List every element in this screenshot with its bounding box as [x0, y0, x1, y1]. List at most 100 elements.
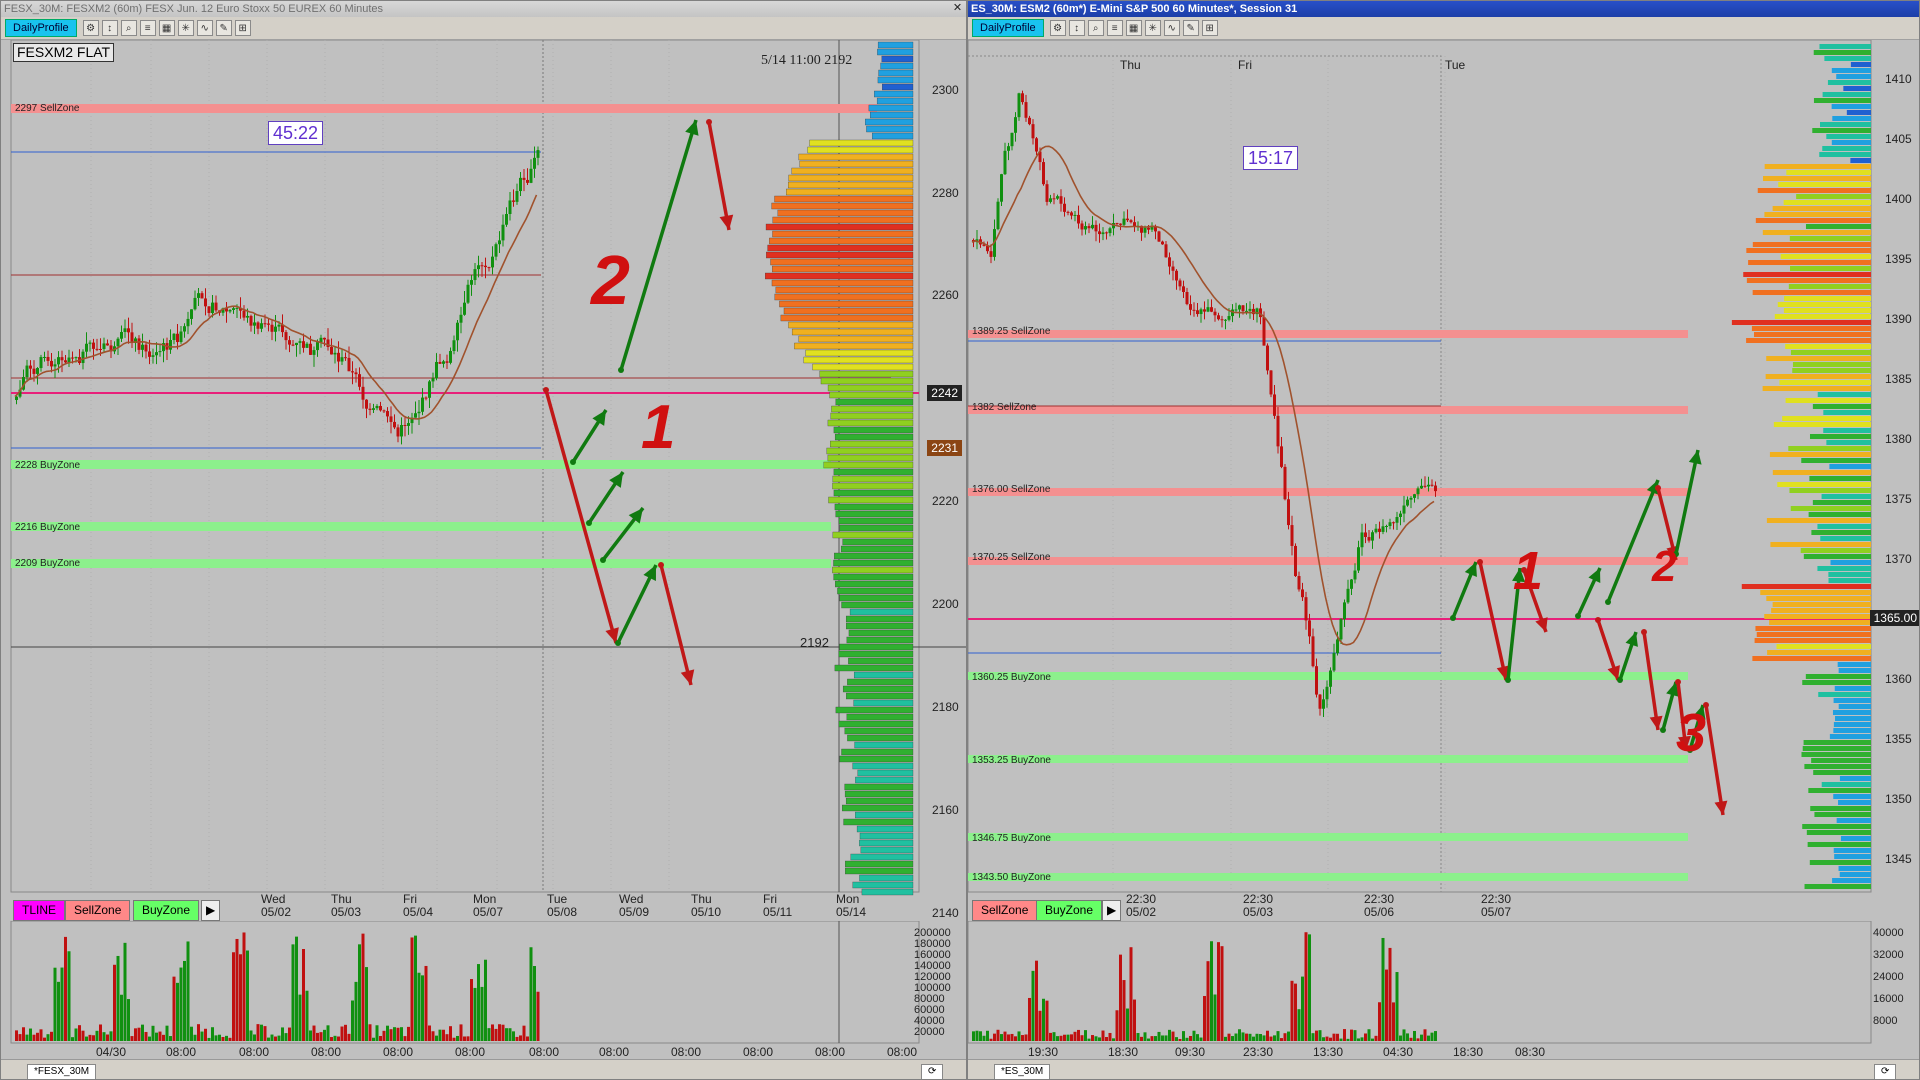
right-profile-bar	[1811, 758, 1871, 763]
right-chart-icon[interactable]: ▦	[1125, 20, 1142, 36]
left-volume-bar	[158, 1031, 162, 1041]
right-title-bar[interactable]: ES_30M: ESM2 (60m*) E-Mini S&P 500 60 Mi…	[968, 1, 1919, 17]
left-status-bar: *FESX_30M ⟳	[1, 1059, 966, 1079]
left-symbol-label: FESXM2 FLAT	[13, 43, 115, 62]
right-play-icon[interactable]: ▶	[1102, 900, 1122, 921]
left-line-chart-icon[interactable]: ∿	[196, 20, 213, 36]
right-draw-icon[interactable]: ✎	[1182, 20, 1199, 36]
left-profile-bar	[845, 860, 914, 868]
right-profile-bar	[1766, 356, 1871, 361]
right-list-icon[interactable]: ≡	[1106, 20, 1123, 36]
right-zone-label-1343[interactable]: 1343.50 BuyZone	[972, 872, 1051, 883]
right-profile-bar	[1827, 80, 1871, 85]
right-volume-bar	[1080, 1035, 1084, 1041]
right-zone-label-1376[interactable]: 1376.00 SellZone	[972, 484, 1050, 495]
left-volume-bar	[424, 965, 428, 1041]
left-volume-bar	[316, 1032, 319, 1041]
left-profile-bar	[823, 461, 914, 469]
left-chart-icon[interactable]: ▦	[158, 20, 175, 36]
right-zone-label-1360[interactable]: 1360.25 BuyZone	[972, 672, 1051, 683]
left-title-bar[interactable]: FESX_30M: FESXM2 (60m) FESX Jun. 12 Euro…	[1, 1, 966, 17]
right-candle	[1423, 485, 1427, 487]
right-zone-label-1389[interactable]: 1389.25 SellZone	[972, 326, 1050, 337]
left-volume-bar	[179, 967, 183, 1041]
left-cursor-icon[interactable]: ↕	[101, 20, 118, 36]
right-candle	[1346, 588, 1350, 603]
right-candle	[1392, 522, 1395, 524]
left-calc-icon[interactable]: ⊞	[234, 20, 251, 36]
left-tline-button[interactable]: TLINE	[13, 900, 66, 921]
right-profile-bar	[1846, 110, 1871, 115]
right-candle	[1434, 485, 1437, 492]
left-price-chart[interactable]: FESXM2 FLAT 45:22 5/14 11:00 2192 2192 2…	[1, 40, 966, 921]
left-profile-bar	[833, 468, 914, 476]
right-buyzone-button[interactable]: BuyZone	[1036, 900, 1103, 921]
right-volume-bar	[1343, 1029, 1346, 1041]
right-volume-tick-4: 8000	[1873, 1015, 1898, 1027]
right-refresh-icon[interactable]: ⟳	[1874, 1064, 1897, 1079]
left-volume-bar	[508, 1028, 512, 1041]
right-profile-bar	[1809, 434, 1871, 439]
right-candle	[1343, 602, 1346, 620]
right-profile-bar	[1770, 542, 1871, 547]
left-refresh-icon[interactable]: ⟳	[921, 1064, 944, 1079]
left-time-label-9: 08:00	[743, 1045, 774, 1059]
left-volume-chart[interactable]: 200000 180000 160000 140000 120000 100000 8000…	[1, 921, 966, 1061]
left-profile-bar	[860, 846, 914, 854]
left-zone-label-2209[interactable]: 2209 BuyZone	[15, 558, 80, 569]
right-zoom-icon[interactable]: ⌕	[1087, 20, 1104, 36]
left-zone-label-2216[interactable]: 2216 BuyZone	[15, 522, 80, 533]
right-volume-bar	[1101, 1030, 1105, 1041]
left-close-icon[interactable]: ✕	[951, 2, 964, 15]
left-list-icon[interactable]: ≡	[139, 20, 156, 36]
right-volume-bar	[1000, 1034, 1003, 1041]
left-settings-icon[interactable]: ⚙	[82, 20, 99, 36]
left-volume-bar	[400, 1027, 403, 1041]
left-buyzone-button[interactable]: BuyZone	[133, 900, 200, 921]
right-sellzone-button[interactable]: SellZone	[972, 900, 1038, 921]
left-daily-profile-button[interactable]: DailyProfile	[5, 19, 77, 37]
left-profile-bar	[833, 573, 914, 581]
right-volume-bar	[1178, 1038, 1182, 1041]
left-volume-bar	[53, 967, 57, 1041]
left-zoom-icon[interactable]: ⌕	[120, 20, 137, 36]
right-zone-label-1353[interactable]: 1353.25 BuyZone	[972, 755, 1051, 766]
right-daily-profile-button[interactable]: DailyProfile	[972, 19, 1044, 37]
right-settings-icon[interactable]: ⚙	[1049, 20, 1066, 36]
left-volume-bar	[123, 942, 127, 1041]
right-alert-icon[interactable]: ✳	[1144, 20, 1161, 36]
left-play-icon[interactable]: ▶	[201, 900, 221, 921]
left-draw-icon[interactable]: ✎	[215, 20, 232, 36]
left-volume-bar	[85, 1036, 88, 1041]
right-zone-label-1382[interactable]: 1382 SellZone	[972, 402, 1037, 413]
left-volume-bar	[197, 1024, 200, 1041]
right-line-chart-icon[interactable]: ∿	[1163, 20, 1180, 36]
left-candle	[487, 267, 491, 269]
left-chart-tab[interactable]: *FESX_30M	[27, 1064, 97, 1079]
right-candle	[1262, 317, 1266, 346]
left-chart-window[interactable]: FESX_30M: FESXM2 (60m) FESX Jun. 12 Euro…	[0, 0, 967, 1080]
left-volume-bar	[501, 1024, 505, 1041]
right-zone-label-1346[interactable]: 1346.75 BuyZone	[972, 833, 1051, 844]
left-sellzone-button[interactable]: SellZone	[65, 900, 131, 921]
right-calc-icon[interactable]: ⊞	[1201, 20, 1218, 36]
left-zone-label-2297[interactable]: 2297 SellZone	[15, 103, 80, 114]
right-candle	[1094, 224, 1098, 232]
right-zone-label-1370[interactable]: 1370.25 SellZone	[972, 552, 1050, 563]
right-price-chart[interactable]: Thu Fri Tue 15:17 1389.25 SellZone 1382 …	[968, 40, 1919, 921]
right-chart-tab[interactable]: *ES_30M	[994, 1064, 1051, 1079]
right-candle	[1105, 232, 1108, 234]
left-profile-bar	[835, 398, 914, 406]
right-buyzone-band	[968, 833, 1688, 841]
right-cursor-icon[interactable]: ↕	[1068, 20, 1085, 36]
left-profile-bar	[846, 636, 914, 644]
right-axis-tick-2: 1400	[1885, 192, 1912, 206]
left-alert-icon[interactable]: ✳	[177, 20, 194, 36]
right-chart-window[interactable]: ES_30M: ESM2 (60m*) E-Mini S&P 500 60 Mi…	[967, 0, 1920, 1080]
left-candle	[144, 344, 148, 352]
right-volume-chart[interactable]: 40000 32000 24000 16000 8000 19:30 18:30 09:30…	[968, 921, 1919, 1061]
left-zone-label-2228[interactable]: 2228 BuyZone	[15, 460, 80, 471]
right-candle	[1178, 280, 1182, 287]
right-volume-bar	[1336, 1033, 1339, 1041]
left-volume-bar	[498, 1024, 501, 1041]
